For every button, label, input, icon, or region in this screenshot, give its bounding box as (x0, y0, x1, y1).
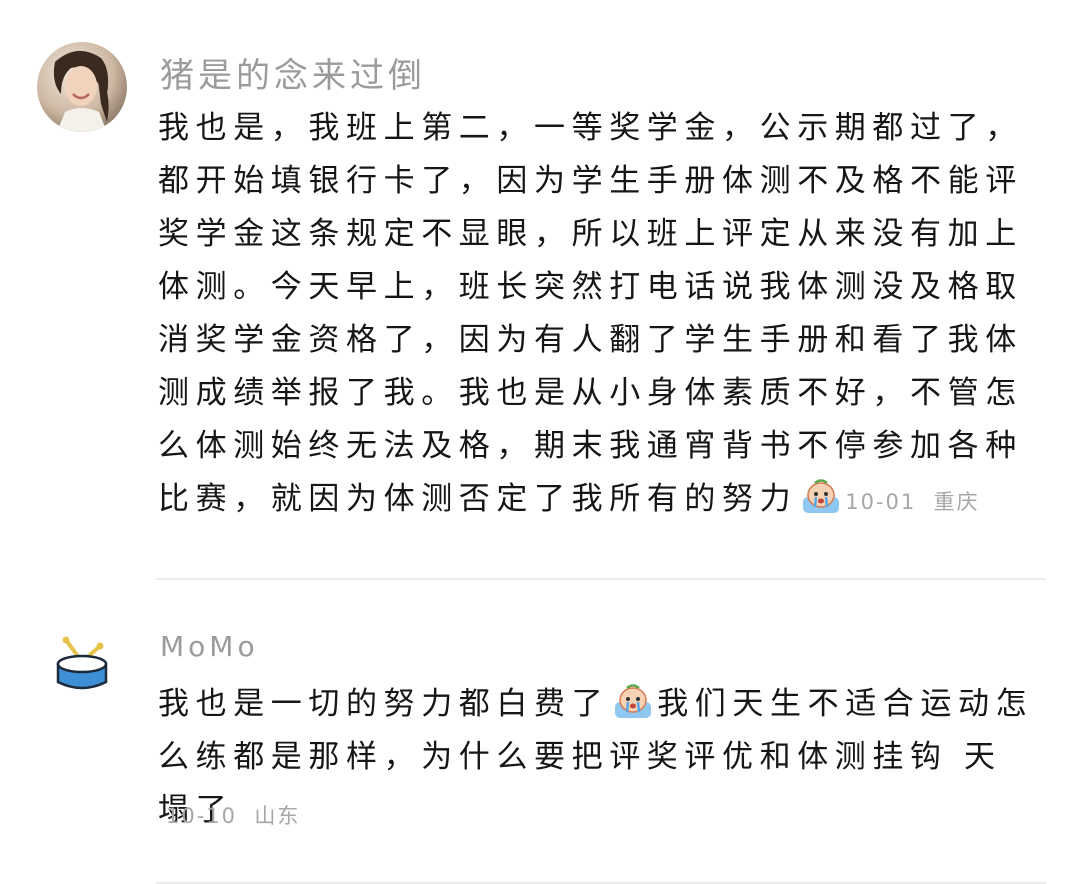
drum-icon (56, 636, 108, 690)
comment-nickname[interactable]: 猪是的念来过倒 (160, 48, 426, 97)
comment-2: MoMo 我也是一切的努力都白费了 我们天生不适合运动怎么练都是那样，为什么要把… (0, 600, 1080, 884)
comment-body: 我也是，我班上第二，一等奖学金，公示期都过了，都开始填银行卡了，因为学生手册体测… (158, 110, 1023, 517)
comment-date: 10-10 (166, 804, 238, 828)
comment-meta: 10-10 山东 (166, 800, 300, 830)
comment-divider (156, 578, 1046, 580)
comment-nickname[interactable]: MoMo (160, 630, 259, 663)
comment-location: 重庆 (933, 490, 980, 514)
comment-text: 我也是，我班上第二，一等奖学金，公示期都过了，都开始填银行卡了，因为学生手册体测… (158, 102, 1038, 529)
user-avatar[interactable] (37, 42, 127, 132)
comment-location: 山东 (254, 804, 301, 828)
comment-date: 10-01 (845, 490, 917, 514)
comment-body-part-1: 我也是一切的努力都白费了 (158, 686, 610, 722)
avatar-photo-icon (37, 42, 127, 132)
comment-1: 猪是的念来过倒 我也是，我班上第二，一等奖学金，公示期都过了，都开始填银行卡了，… (0, 0, 1080, 580)
user-avatar[interactable] (52, 636, 112, 692)
crying-emoji-icon (613, 682, 653, 722)
crying-emoji-icon (801, 477, 841, 517)
